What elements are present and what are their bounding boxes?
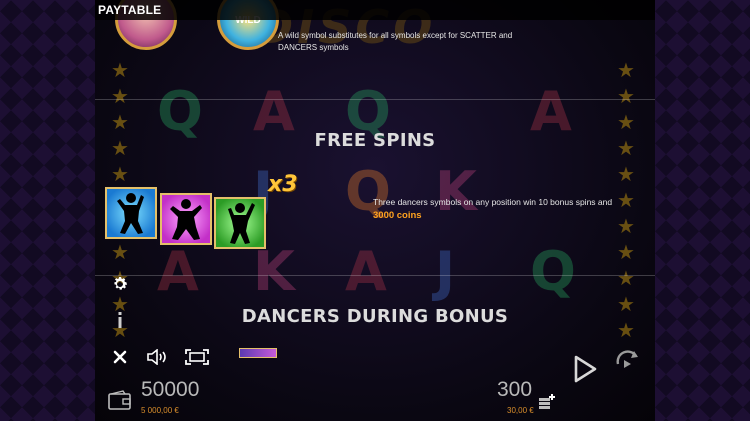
- sound-button[interactable]: [144, 346, 172, 368]
- free-spins-description-text: Three dancers symbols on any position wi…: [373, 197, 613, 207]
- close-button[interactable]: [108, 346, 132, 368]
- section-divider-top: [95, 99, 655, 100]
- bet-money: 30,00 €: [507, 406, 534, 415]
- fullscreen-icon: [185, 349, 209, 365]
- play-icon: [574, 355, 597, 383]
- bet-credits: 300: [497, 378, 533, 401]
- right-pattern-panel: [655, 0, 750, 421]
- autoplay-button[interactable]: [612, 345, 644, 375]
- coin-stack-icon: [539, 394, 555, 409]
- free-spins-title: FREE SPINS: [314, 130, 436, 151]
- dancer-silhouette-icon: [117, 193, 144, 234]
- wild-description: A wild symbol substitutes for all symbol…: [278, 31, 513, 52]
- free-spins-coins: 3000 coins: [373, 210, 422, 221]
- gear-icon: [114, 277, 128, 290]
- paytable-title: PAYTABLE: [98, 3, 162, 17]
- balance-credits: 50000: [141, 378, 200, 401]
- dancer-card-blue: [105, 187, 157, 239]
- info-icon: [118, 312, 122, 328]
- dancers-during-bonus-title: DANCERS DURING BONUS: [241, 306, 509, 327]
- settings-button[interactable]: [108, 272, 132, 296]
- dancer-card-pink: [160, 193, 212, 245]
- free-spins-description: Three dancers symbols on any position wi…: [373, 195, 623, 223]
- autoplay-icon: [616, 350, 638, 368]
- balance-money: 5 000,00 €: [141, 406, 179, 415]
- bet-settings-button[interactable]: [537, 391, 557, 413]
- dancer-card-green: [214, 197, 266, 249]
- spin-play-button[interactable]: [568, 352, 602, 386]
- free-spins-multiplier: x3: [268, 172, 298, 197]
- dancer-silhouette-icon: [170, 199, 202, 240]
- speaker-icon: [147, 349, 166, 365]
- info-button[interactable]: [110, 309, 130, 331]
- wallet-icon: [108, 390, 131, 410]
- section-divider-bottom: [95, 275, 655, 276]
- close-icon: [113, 350, 127, 364]
- dancer-silhouette-icon: [228, 203, 255, 244]
- fullscreen-button[interactable]: [183, 346, 211, 368]
- balance-wallet-button[interactable]: [107, 389, 133, 411]
- paytable-title-bar: PAYTABLE: [95, 0, 655, 20]
- bonus-symbol-thumbnail: [239, 348, 277, 358]
- left-pattern-panel: [0, 0, 95, 421]
